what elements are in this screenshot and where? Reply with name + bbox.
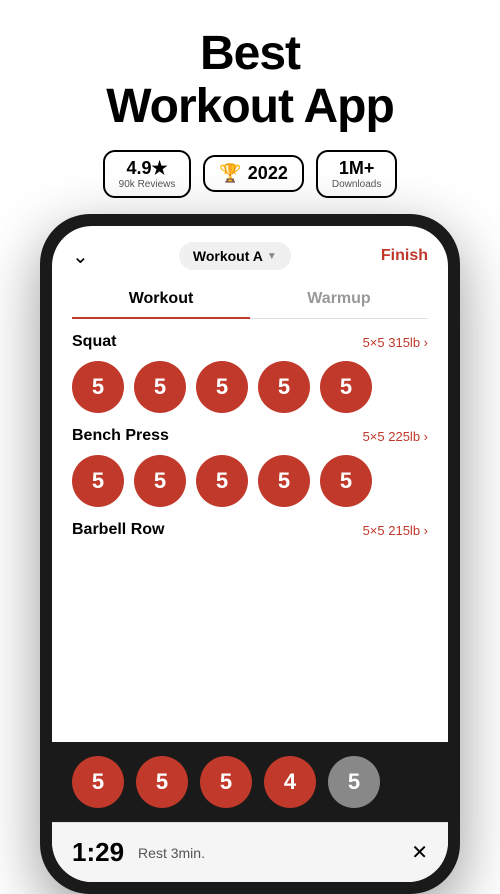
squat-sets: 5 5 5 5 5 <box>72 361 428 413</box>
set-circle[interactable]: 5 <box>258 361 310 413</box>
award-badge: 🏆 2022 <box>203 155 303 192</box>
bench-meta[interactable]: 5×5 225lb › <box>363 429 428 444</box>
badges-row: 4.9★ 90k Reviews 🏆 2022 1M+ Downloads <box>20 150 480 199</box>
close-icon[interactable]: ✕ <box>411 840 428 865</box>
set-circle[interactable]: 5 <box>196 455 248 507</box>
row-name: Barbell Row <box>72 521 164 539</box>
rating-sub: 90k Reviews <box>119 179 176 190</box>
phone-screen: ⌄ Workout A ▼ Finish Workout Warmup Squa… <box>52 226 448 882</box>
exercise-barbell-row: Barbell Row 5×5 215lb › <box>72 521 428 539</box>
squat-header: Squat 5×5 315lb › <box>72 333 428 351</box>
bottom-set-3[interactable]: 5 <box>200 756 252 808</box>
workout-name: Workout A <box>193 248 263 264</box>
rating-badge: 4.9★ 90k Reviews <box>103 150 192 199</box>
downloads-badge: 1M+ Downloads <box>316 150 397 199</box>
row-header: Barbell Row 5×5 215lb › <box>72 521 428 539</box>
tab-bar: Workout Warmup <box>72 280 428 319</box>
bottom-sets-bar: 5 5 5 4 5 <box>52 742 448 822</box>
bench-sets: 5 5 5 5 5 <box>72 455 428 507</box>
set-circle[interactable]: 5 <box>258 455 310 507</box>
set-circle[interactable]: 5 <box>72 455 124 507</box>
exercise-squat: Squat 5×5 315lb › 5 5 5 5 5 <box>72 333 428 413</box>
set-circle[interactable]: 5 <box>196 361 248 413</box>
page-header: Best Workout App 4.9★ 90k Reviews 🏆 2022… <box>0 0 500 214</box>
squat-meta[interactable]: 5×5 315lb › <box>363 335 428 350</box>
bench-name: Bench Press <box>72 427 169 445</box>
award-value: 🏆 2022 <box>219 163 287 184</box>
squat-name: Squat <box>72 333 116 351</box>
set-circle[interactable]: 5 <box>320 455 372 507</box>
tab-workout[interactable]: Workout <box>72 280 250 318</box>
main-title: Best Workout App <box>20 28 480 134</box>
downloads-sub: Downloads <box>332 179 381 190</box>
timer-time: 1:29 <box>72 837 124 868</box>
bottom-set-1[interactable]: 5 <box>72 756 124 808</box>
bottom-set-2[interactable]: 5 <box>136 756 188 808</box>
bench-header: Bench Press 5×5 225lb › <box>72 427 428 445</box>
set-circle[interactable]: 5 <box>134 455 186 507</box>
set-circle[interactable]: 5 <box>134 361 186 413</box>
dropdown-arrow-icon: ▼ <box>267 251 277 262</box>
tab-warmup[interactable]: Warmup <box>250 280 428 318</box>
phone-mockup: ⌄ Workout A ▼ Finish Workout Warmup Squa… <box>40 214 460 894</box>
downloads-value: 1M+ <box>339 158 375 180</box>
app-header: ⌄ Workout A ▼ Finish <box>52 226 448 280</box>
rest-timer: 1:29 Rest 3min. ✕ <box>52 822 448 882</box>
chevron-down-icon[interactable]: ⌄ <box>72 244 89 269</box>
finish-button[interactable]: Finish <box>381 247 428 265</box>
timer-label: Rest 3min. <box>138 845 397 861</box>
workout-selector[interactable]: Workout A ▼ <box>179 242 291 270</box>
set-circle[interactable]: 5 <box>72 361 124 413</box>
exercise-bench-press: Bench Press 5×5 225lb › 5 5 5 5 5 <box>72 427 428 507</box>
set-circle[interactable]: 5 <box>320 361 372 413</box>
row-meta[interactable]: 5×5 215lb › <box>363 523 428 538</box>
bottom-set-4[interactable]: 4 <box>264 756 316 808</box>
bottom-set-5[interactable]: 5 <box>328 756 380 808</box>
exercise-list: Squat 5×5 315lb › 5 5 5 5 5 Bench Press … <box>52 319 448 549</box>
trophy-icon: 🏆 <box>219 163 241 184</box>
rating-value: 4.9★ <box>126 158 167 180</box>
